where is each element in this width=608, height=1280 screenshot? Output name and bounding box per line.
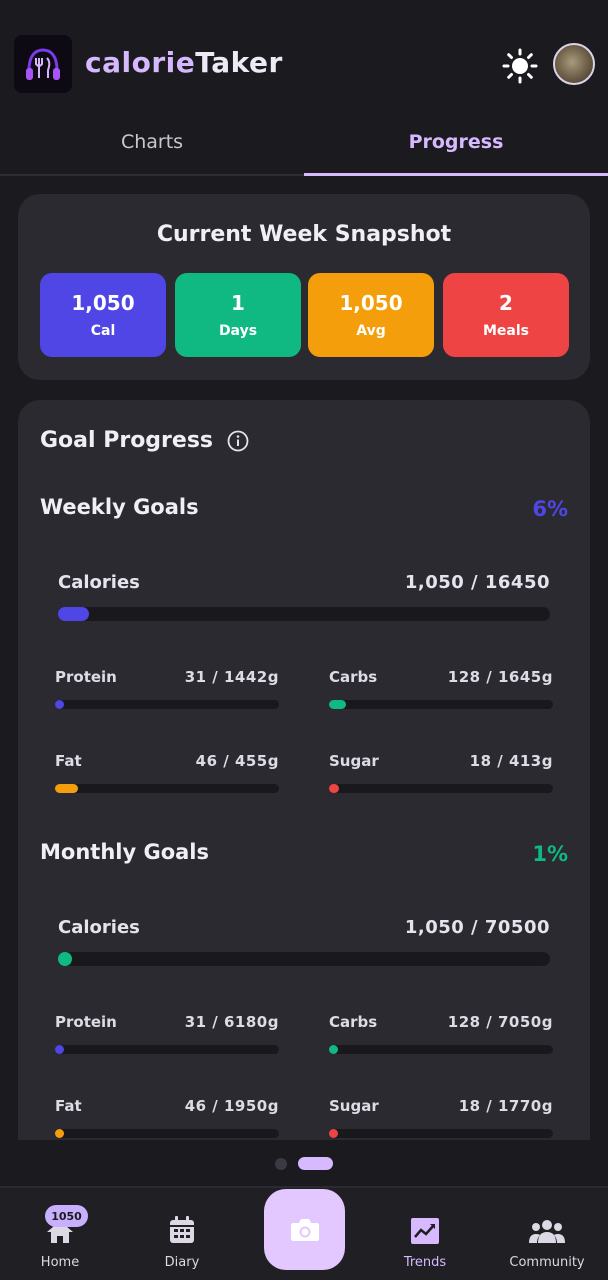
tab-charts[interactable]: Charts [0, 110, 304, 174]
monthly-fat-value: 46 / 1950g [184, 1097, 279, 1115]
monthly-fat-label: Fat [55, 1097, 82, 1115]
nav-community[interactable]: Community [492, 1188, 602, 1280]
nav-diary[interactable]: Diary [127, 1188, 237, 1280]
weekly-calories-label: Calories [58, 572, 140, 593]
weekly-fat-bar [55, 784, 279, 793]
stat-average: 1,050 Avg [308, 273, 434, 357]
weekly-fat-label: Fat [55, 752, 82, 770]
monthly-sugar-label: Sugar [329, 1097, 379, 1115]
community-icon [529, 1217, 565, 1249]
stat-label: Cal [90, 323, 116, 339]
weekly-fat-value: 46 / 455g [195, 752, 279, 770]
progress-fill [329, 784, 339, 793]
stat-value: 1 [231, 291, 245, 315]
nav-label: Trends [403, 1255, 447, 1270]
theme-toggle-button[interactable] [500, 46, 540, 86]
pager-dot-2-active[interactable] [298, 1157, 333, 1170]
progress-fill [329, 1045, 338, 1054]
trends-icon [410, 1217, 440, 1249]
sun-icon [502, 48, 538, 84]
weekly-protein-label: Protein [55, 668, 117, 686]
goal-progress-card: Goal Progress Weekly Goals 6% Calories 1… [18, 400, 590, 1140]
nav-label: Diary [164, 1255, 200, 1270]
app-header: calorieTaker [0, 0, 608, 110]
stat-calories: 1,050 Cal [40, 273, 166, 357]
progress-fill [55, 1045, 64, 1054]
progress-fill [55, 784, 78, 793]
stat-days: 1 Days [175, 273, 301, 357]
tab-bar: Charts Progress [0, 110, 608, 176]
nav-label: Community [509, 1255, 585, 1270]
app-title: calorieTaker [85, 46, 283, 79]
weekly-protein-value: 31 / 1442g [184, 668, 279, 686]
stat-value: 1,050 [339, 291, 403, 315]
app-title-part1: calorie [85, 46, 196, 79]
stat-label: Avg [356, 323, 386, 339]
app-logo [14, 35, 72, 93]
monthly-sugar-value: 18 / 1770g [458, 1097, 553, 1115]
goal-progress-title: Goal Progress [40, 428, 249, 453]
stat-value: 1,050 [71, 291, 135, 315]
progress-fill [58, 607, 90, 621]
monthly-fat-bar [55, 1129, 279, 1138]
nav-label: Home [40, 1255, 80, 1270]
monthly-calories-bar [58, 952, 550, 966]
weekly-goals-title: Weekly Goals [40, 495, 199, 519]
monthly-carbs-label: Carbs [329, 1013, 378, 1031]
monthly-goals-title: Monthly Goals [40, 840, 209, 864]
weekly-carbs-value: 128 / 1645g [447, 668, 553, 686]
nav-trends[interactable]: Trends [370, 1188, 480, 1280]
info-icon[interactable] [227, 430, 249, 452]
tab-progress[interactable]: Progress [304, 110, 608, 176]
monthly-protein-label: Protein [55, 1013, 117, 1031]
snapshot-title: Current Week Snapshot [156, 222, 452, 247]
avatar[interactable] [553, 43, 595, 85]
progress-fill [55, 700, 64, 709]
pager-dot-1[interactable] [275, 1158, 287, 1170]
monthly-goals-percent: 1% [532, 842, 568, 866]
progress-fill [55, 1129, 64, 1138]
progress-fill [58, 952, 72, 966]
weekly-protein-bar [55, 700, 279, 709]
monthly-sugar-bar [329, 1129, 553, 1138]
monthly-calories-value: 1,050 / 70500 [404, 917, 550, 938]
weekly-sugar-value: 18 / 413g [469, 752, 553, 770]
monthly-protein-bar [55, 1045, 279, 1054]
weekly-carbs-bar [329, 700, 553, 709]
monthly-carbs-bar [329, 1045, 553, 1054]
headphones-fork-knife-logo [26, 48, 60, 80]
calendar-icon [168, 1215, 196, 1249]
stat-label: Meals [482, 323, 529, 339]
monthly-carbs-value: 128 / 7050g [447, 1013, 553, 1031]
progress-fill [329, 1129, 338, 1138]
monthly-calories-label: Calories [58, 917, 140, 938]
nav-home[interactable]: Home [5, 1188, 115, 1280]
stat-value: 2 [499, 291, 513, 315]
weekly-carbs-label: Carbs [329, 668, 378, 686]
weekly-sugar-bar [329, 784, 553, 793]
weekly-calories-value: 1,050 / 16450 [404, 572, 550, 593]
weekly-sugar-label: Sugar [329, 752, 379, 770]
monthly-protein-value: 31 / 6180g [184, 1013, 279, 1031]
weekly-calories-bar [58, 607, 550, 621]
progress-fill [329, 700, 347, 709]
camera-button[interactable] [264, 1189, 345, 1270]
current-week-snapshot-card: Current Week Snapshot 1,050 Cal 1 Days 1… [18, 194, 590, 380]
stat-meals: 2 Meals [443, 273, 569, 357]
camera-icon [290, 1218, 319, 1241]
weekly-goals-percent: 6% [532, 497, 568, 521]
goal-progress-title-text: Goal Progress [40, 428, 214, 453]
app-title-part2: Taker [195, 46, 283, 79]
stat-label: Days [218, 323, 258, 339]
home-badge: 1050 [45, 1205, 88, 1227]
